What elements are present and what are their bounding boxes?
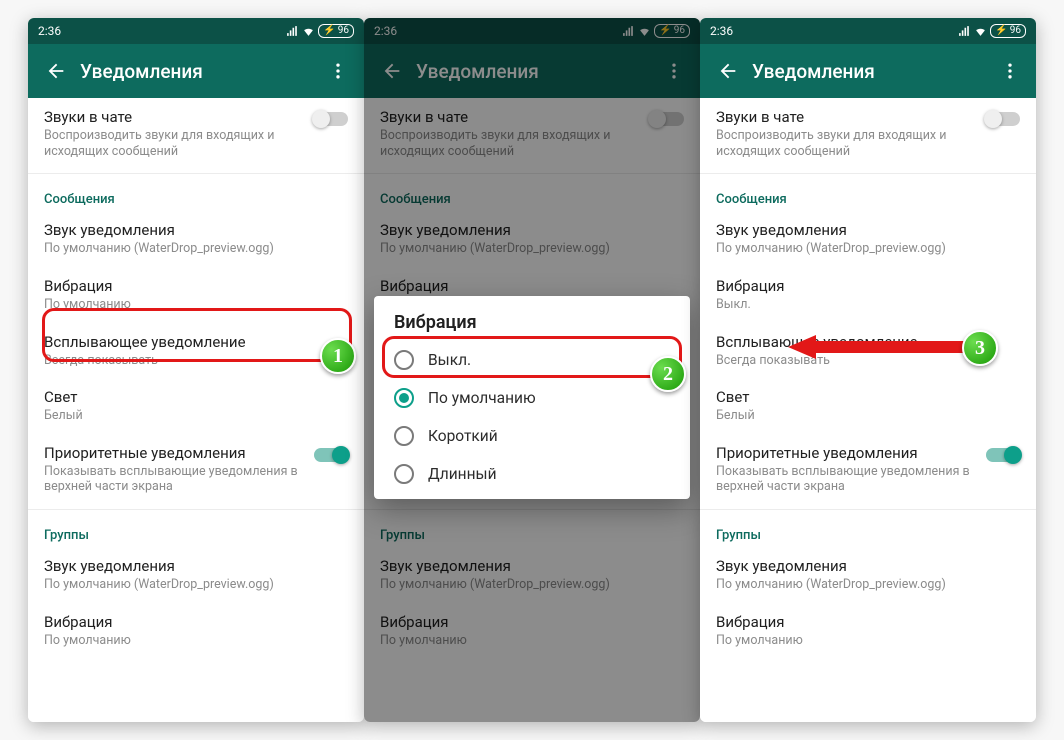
settings-body[interactable]: Звуки в чатеВоспроизводить звуки для вхо… [700, 98, 1036, 722]
battery-indicator: ⚡96 [990, 24, 1026, 38]
notif-sound-row[interactable]: Звук уведомленияПо умолчанию (WaterDrop_… [28, 211, 364, 267]
option-long[interactable]: Длинный [378, 455, 686, 493]
vibration-row[interactable]: ВибрацияВыкл. [700, 267, 1036, 323]
appbar-title: Уведомления [76, 60, 318, 83]
chat-sounds-title: Звуки в чате [44, 108, 304, 126]
divider [28, 173, 364, 174]
app-bar: Уведомления [28, 44, 364, 98]
radio-icon [394, 350, 414, 370]
phone-1: 2:36 ⚡96 Уведомления Звуки в чате Воспрои… [28, 18, 364, 722]
chat-sounds-toggle[interactable] [314, 112, 348, 126]
priority-toggle[interactable] [314, 448, 348, 462]
signal-icon [286, 25, 299, 38]
group-notif-sound-row[interactable]: Звук уведомленияПо умолчанию (WaterDrop_… [28, 547, 364, 603]
menu-button[interactable] [990, 51, 1030, 91]
notif-sound-row[interactable]: Звук уведомленияПо умолчанию (WaterDrop_… [700, 211, 1036, 267]
groups-section-label: Группы [28, 514, 364, 547]
battery-indicator: ⚡96 [318, 24, 354, 38]
appbar-title: Уведомления [748, 60, 990, 83]
divider [700, 509, 1036, 510]
status-bar: 2:36 ⚡96 [700, 18, 1036, 44]
vibration-row[interactable]: ВибрацияПо умолчанию [28, 267, 364, 323]
radio-icon [394, 426, 414, 446]
status-bar: 2:36 ⚡96 [28, 18, 364, 44]
dialog-title: Вибрация [378, 310, 686, 341]
light-row[interactable]: СветБелый [700, 378, 1036, 434]
light-row[interactable]: СветБелый [28, 378, 364, 434]
messages-section-label: Сообщения [28, 178, 364, 211]
divider [700, 173, 1036, 174]
radio-icon [394, 388, 414, 408]
back-button[interactable] [36, 51, 76, 91]
group-notif-sound-row[interactable]: Звук уведомленияПо умолчанию (WaterDrop_… [700, 547, 1036, 603]
priority-toggle[interactable] [986, 448, 1020, 462]
clock: 2:36 [710, 24, 733, 38]
phone-2: 2:36 ⚡96 Уведомления Звуки в чатеВоспрои… [364, 18, 700, 722]
settings-body[interactable]: Звуки в чате Воспроизводить звуки для вхо… [28, 98, 364, 722]
group-vibration-row[interactable]: ВибрацияПо умолчанию [28, 603, 364, 659]
chat-sounds-subtitle: Воспроизводить звуки для входящих и исхо… [44, 128, 304, 159]
chat-sounds-row[interactable]: Звуки в чатеВоспроизводить звуки для вхо… [700, 98, 1036, 169]
step-badge-1: 1 [320, 338, 356, 374]
option-off[interactable]: Выкл. [378, 341, 686, 379]
divider [28, 509, 364, 510]
phone-3: 2:36 ⚡96 Уведомления Звуки в чатеВоспрои… [700, 18, 1036, 722]
app-bar: Уведомления [700, 44, 1036, 98]
chat-sounds-toggle[interactable] [986, 112, 1020, 126]
priority-row[interactable]: Приоритетные уведомленияПоказывать всплы… [28, 434, 364, 505]
red-arrow [788, 334, 968, 360]
status-icons: ⚡96 [958, 24, 1026, 38]
triptych-stage: 2:36 ⚡96 Уведомления Звуки в чате Воспрои… [0, 0, 1064, 740]
popup-row[interactable]: Всплывающее уведомлениеВсегда показывать [28, 323, 364, 379]
step-badge-2: 2 [650, 356, 686, 392]
wifi-icon [974, 25, 987, 38]
option-short[interactable]: Короткий [378, 417, 686, 455]
status-icons: ⚡96 [286, 24, 354, 38]
groups-section-label: Группы [700, 514, 1036, 547]
chat-sounds-row[interactable]: Звуки в чате Воспроизводить звуки для вхо… [28, 98, 364, 169]
vibration-dialog: Вибрация Выкл. По умолчанию Короткий Дли… [374, 296, 690, 499]
priority-row[interactable]: Приоритетные уведомленияПоказывать всплы… [700, 434, 1036, 505]
menu-button[interactable] [318, 51, 358, 91]
signal-icon [958, 25, 971, 38]
clock: 2:36 [38, 24, 61, 38]
step-badge-3: 3 [962, 330, 998, 366]
messages-section-label: Сообщения [700, 178, 1036, 211]
option-default[interactable]: По умолчанию [378, 379, 686, 417]
back-button[interactable] [708, 51, 748, 91]
radio-icon [394, 464, 414, 484]
wifi-icon [302, 25, 315, 38]
group-vibration-row[interactable]: ВибрацияПо умолчанию [700, 603, 1036, 659]
